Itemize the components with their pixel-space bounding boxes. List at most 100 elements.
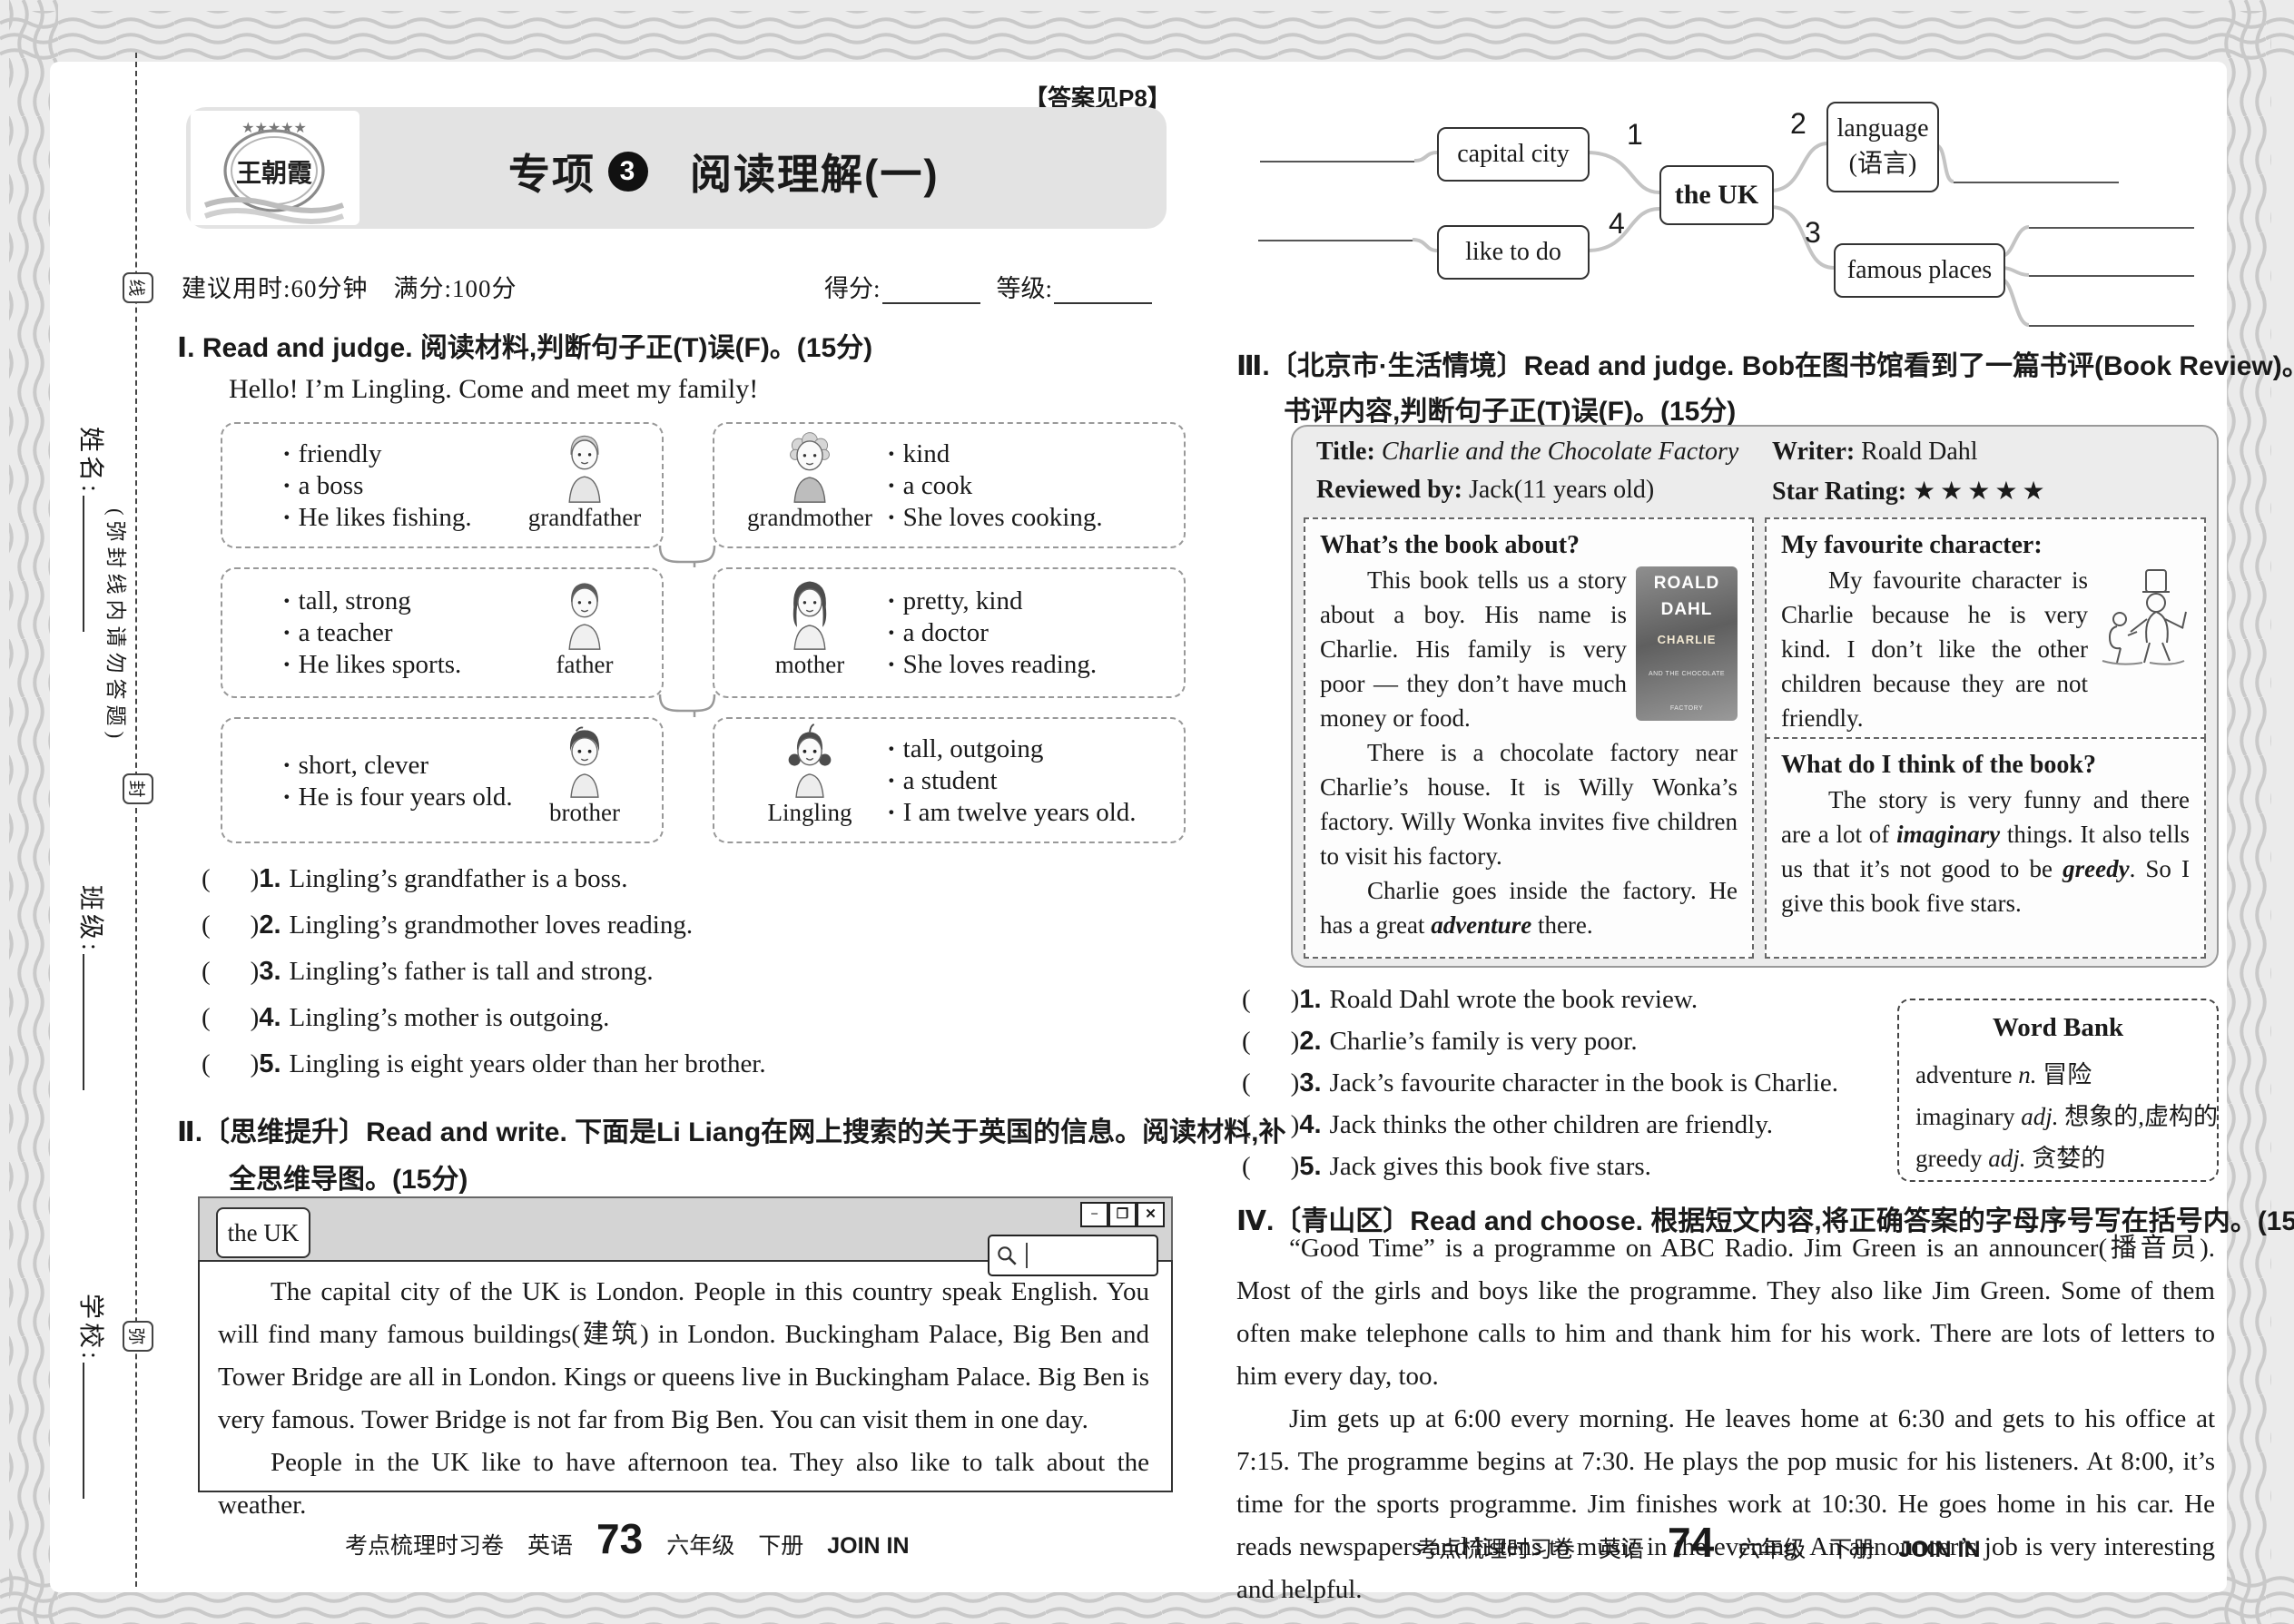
search-divider	[1026, 1243, 1028, 1268]
title-prefix: 专项	[508, 142, 596, 202]
trait: He likes fishing.	[282, 502, 472, 534]
trait: She loves reading.	[887, 649, 1097, 681]
footer-brand: JOIN IN	[1898, 1537, 1980, 1563]
footer-grade: 六年级	[666, 1528, 734, 1560]
answer-paren: (	[1242, 1068, 1251, 1098]
answer-paren: (	[202, 864, 211, 894]
search-input[interactable]	[988, 1235, 1158, 1276]
trait: He is four years old.	[282, 782, 513, 813]
uk-passage: The capital city of the UK is London. Pe…	[218, 1271, 1149, 1527]
trait: a boss	[282, 470, 472, 502]
section3-heading-line2: 书评内容,判断句子正(T)误(F)。(15分)	[1284, 389, 1736, 428]
seal-char-bottom: 弥	[123, 1321, 153, 1352]
family-label: father	[556, 651, 614, 679]
radio-paragraph-2: Jim gets up at 6:00 every morning. He le…	[1236, 1398, 2215, 1611]
trait: a student	[887, 765, 1137, 797]
mindmap-number-1: 1	[1627, 118, 1643, 152]
trait: tall, outgoing	[887, 733, 1137, 765]
trait: He likes sports.	[282, 649, 461, 681]
answer-paren: (	[202, 910, 211, 940]
judge-question-1: ()1.Lingling’s grandfather is a boss.	[202, 864, 627, 894]
judge-question-2: ()2.Lingling’s grandmother loves reading…	[202, 910, 693, 940]
judge-question-3: ()3.Lingling’s father is tall and strong…	[202, 957, 654, 987]
answer-paren: )	[1291, 985, 1300, 1015]
time-note: 建议用时:60分钟 满分:100分	[182, 269, 517, 304]
family-label: grandmother	[747, 504, 872, 532]
question-text: Lingling’s father is tall and strong.	[290, 957, 654, 987]
character-illustration	[2095, 563, 2190, 670]
trait: a doctor	[887, 617, 1097, 649]
mindmap-number-3: 3	[1805, 216, 1821, 250]
seal-char-mid: 封	[123, 773, 153, 804]
answer-paren: )	[251, 1049, 260, 1079]
mindmap-center-node: the UK	[1659, 165, 1774, 225]
class-field: 班级:	[74, 885, 111, 1090]
page73-footer: 考点梳理时习卷 英语 73 六年级 下册 JOIN IN	[345, 1514, 910, 1563]
family-card-brother: short, clever He is four years old. brot…	[221, 717, 664, 843]
family-card-grandmother: grandmother kind a cook She loves cookin…	[713, 422, 1186, 548]
logo-name: 王朝霞	[236, 159, 313, 188]
about-paragraph-1: This book tells us a story about a boy. …	[1320, 566, 1627, 732]
mindmap-blank-famous-2	[2029, 273, 2194, 277]
mindmap-node-language: language(语言)	[1826, 102, 1939, 192]
seal-char-label: 线	[126, 279, 151, 296]
mother-avatar	[784, 575, 835, 651]
book-reviewer: Jack(11 years old)	[1469, 476, 1654, 504]
review-opinion-cell: What do I think of the book? The story i…	[1765, 737, 2206, 959]
question-text: Roald Dahl wrote the book review.	[1330, 985, 1698, 1015]
footer-subject: 英语	[1599, 1531, 1644, 1564]
review-rating-row: Star Rating: ★★★★★	[1772, 476, 2050, 507]
class-blank	[83, 954, 86, 1090]
question-number: 3.	[1299, 1068, 1321, 1098]
title-badge: 3	[608, 152, 648, 192]
question-text: Jack thinks the other children are frien…	[1330, 1110, 1774, 1140]
trait: She loves cooking.	[887, 502, 1103, 534]
review-title-row: Title: Charlie and the Chocolate Factory	[1316, 438, 1738, 467]
question-text: Jack gives this book five stars.	[1330, 1152, 1651, 1182]
question-number: 4.	[259, 1003, 281, 1033]
book-cover: ROALD DAHL CHARLIE AND THE CHOCOLATE FAC…	[1636, 566, 1738, 721]
question-text: Lingling’s mother is outgoing.	[290, 1003, 610, 1033]
question-number: 1.	[259, 864, 281, 894]
answer-paren: )	[251, 957, 260, 987]
cover-text: DAHL	[1636, 600, 1738, 619]
mindmap-node-capital-city: capital city	[1437, 127, 1590, 182]
grandmother-avatar	[784, 428, 835, 504]
mindmap-blank-like	[1258, 238, 1413, 241]
section2-heading-line2: 全思维导图。(15分)	[229, 1156, 468, 1196]
title-main: 阅读理解(一)	[690, 142, 940, 202]
score-line: 得分: 等级:	[824, 269, 1168, 304]
trait: kind	[887, 438, 1103, 470]
cover-text: ROALD	[1636, 574, 1738, 593]
grade-label: 等级:	[997, 269, 1053, 304]
answer-paren: (	[1242, 1110, 1251, 1140]
answer-paren: (	[1242, 985, 1251, 1015]
family-label: brother	[549, 799, 620, 827]
question-number: 2.	[1299, 1027, 1321, 1057]
footer-volume: 下册	[1829, 1531, 1875, 1564]
uk-paragraph-1: The capital city of the UK is London. Pe…	[218, 1271, 1149, 1442]
word-bank: Word Bank adventure n. 冒险 imaginary adj.…	[1897, 999, 2219, 1182]
trait: I am twelve years old.	[887, 797, 1137, 829]
browser-tab[interactable]: the UK	[216, 1207, 310, 1258]
word-bank-entry: greedy adj. 贪婪的	[1915, 1138, 2105, 1174]
review-question-4: ()4.Jack thinks the other children are f…	[1242, 1110, 1773, 1140]
cover-text: CHARLIE	[1636, 623, 1738, 657]
question-number: 2.	[259, 910, 281, 940]
restore-icon[interactable]: ❐	[1108, 1202, 1137, 1227]
minimize-icon[interactable]: −	[1080, 1202, 1108, 1227]
family-label: Lingling	[768, 799, 852, 827]
opinion-text: The story is very funny and there are a …	[1781, 782, 2190, 920]
seal-char-top: 线	[123, 272, 153, 303]
answer-paren: )	[1291, 1027, 1300, 1057]
mindmap-blank-capital	[1260, 159, 1414, 162]
trait: a teacher	[282, 617, 461, 649]
family-label: grandfather	[528, 504, 641, 532]
page-title: 专项 3 阅读理解(一)	[508, 142, 940, 202]
judge-question-4: ()4.Lingling’s mother is outgoing.	[202, 1003, 609, 1033]
close-icon[interactable]: ✕	[1137, 1202, 1165, 1227]
review-writer-row: Writer: Roald Dahl	[1772, 438, 1978, 467]
review-question-5: ()5.Jack gives this book five stars.	[1242, 1152, 1651, 1182]
mindmap-blank-famous-3	[2029, 323, 2194, 327]
brand-logo: ★★★★★ 王朝霞	[191, 111, 359, 225]
